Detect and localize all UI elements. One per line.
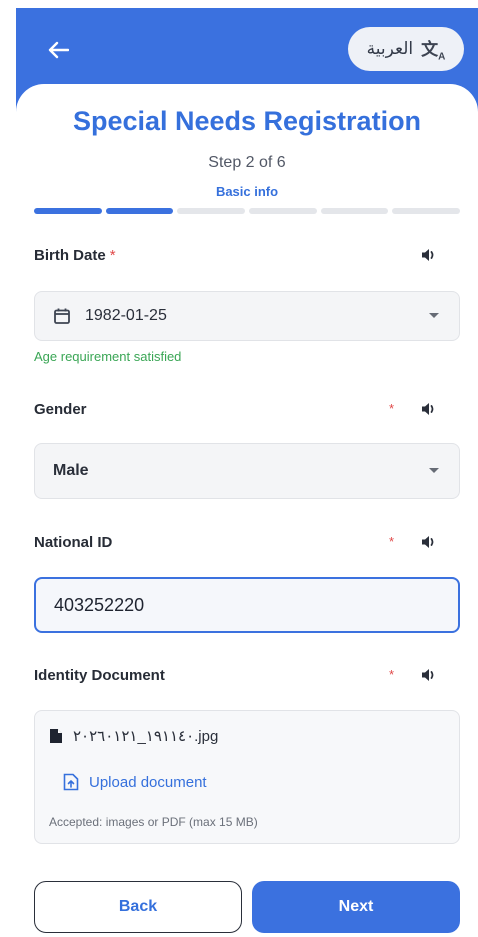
chevron-down-icon	[429, 468, 439, 473]
birth-date-helper: Age requirement satisfied	[34, 349, 182, 364]
birth-date-picker[interactable]: 1982-01-25	[34, 291, 460, 341]
language-toggle-button[interactable]: العربية 文A	[348, 27, 464, 71]
next-button[interactable]: Next	[252, 881, 460, 933]
step-indicator: Step 2 of 6	[208, 154, 286, 171]
speaker-icon[interactable]	[420, 666, 438, 684]
required-mark: *	[388, 667, 394, 682]
calendar-icon	[54, 308, 70, 324]
progress-segment	[392, 208, 461, 214]
birth-date-label-row: Birth Date *	[34, 243, 448, 267]
national-id-label-row: National ID *	[34, 530, 448, 554]
back-arrow-button[interactable]	[40, 36, 76, 64]
progress-segment	[249, 208, 317, 214]
identity-document-card: ١٩١١٤٠_٢٠٢٦٠١٢١.jpg Upload document Acce…	[34, 710, 460, 844]
required-mark: *	[388, 401, 394, 416]
progress-segment	[34, 208, 102, 214]
birth-date-value: 1982-01-25	[85, 307, 167, 324]
step-name: Basic info	[215, 184, 279, 199]
birth-date-label: Birth Date	[34, 246, 106, 264]
identity-document-label-row: Identity Document *	[34, 663, 448, 687]
identity-document-label: Identity Document	[34, 666, 165, 684]
upload-document-button[interactable]: Upload document	[63, 773, 207, 791]
required-mark: *	[109, 246, 116, 264]
gender-label: Gender	[34, 400, 87, 418]
speaker-icon[interactable]	[420, 400, 438, 418]
national-id-input[interactable]: 403252220	[34, 577, 460, 633]
accepted-formats-note: Accepted: images or PDF (max 15 MB)	[49, 815, 258, 829]
back-button[interactable]: Back	[34, 881, 242, 933]
progress-segment	[177, 208, 246, 214]
language-label: العربية	[366, 39, 414, 58]
gender-label-row: Gender *	[34, 397, 448, 421]
national-id-label: National ID	[34, 533, 113, 551]
speaker-icon[interactable]	[420, 246, 438, 264]
required-mark: *	[388, 534, 394, 549]
upload-document-label: Upload document	[89, 773, 207, 791]
uploaded-file[interactable]: ١٩١١٤٠_٢٠٢٦٠١٢١.jpg	[49, 727, 218, 745]
progress-segment	[320, 208, 389, 214]
gender-value: Male	[53, 462, 89, 479]
page-title: Special Needs Registration	[72, 106, 422, 136]
back-arrow-icon	[48, 41, 69, 59]
file-icon	[50, 729, 62, 743]
gender-select[interactable]: Male	[34, 443, 460, 499]
chevron-down-icon	[429, 313, 439, 318]
translate-icon: 文A	[421, 40, 446, 63]
upload-icon	[63, 773, 79, 791]
speaker-icon[interactable]	[420, 533, 438, 551]
progress-segment	[105, 208, 174, 214]
progress-bar	[34, 208, 461, 214]
file-name: ١٩١١٤٠_٢٠٢٦٠١٢١.jpg	[73, 728, 219, 745]
